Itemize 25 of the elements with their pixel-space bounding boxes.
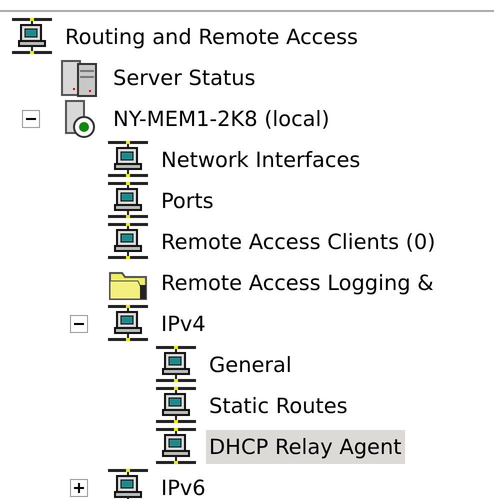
tree-item[interactable]: IPv4 (158, 306, 209, 340)
tree-item[interactable]: Static Routes (206, 388, 351, 422)
network-computer-icon (12, 16, 52, 56)
network-computer-icon (156, 426, 196, 466)
network-computer-icon (108, 180, 148, 220)
tree-item[interactable]: DHCP Relay Agent (206, 430, 404, 464)
tree-item[interactable]: Ports (158, 184, 217, 218)
tree-item[interactable]: General (206, 348, 295, 382)
tree-item[interactable]: Network Interfaces (158, 142, 364, 176)
expand-toggle[interactable] (70, 478, 88, 496)
network-computer-icon (108, 468, 148, 499)
network-computer-icon (156, 386, 196, 426)
network-computer-icon (108, 304, 148, 344)
collapse-toggle[interactable] (70, 314, 88, 332)
tree-item[interactable]: Remote Access Clients (0) (158, 224, 438, 258)
network-computer-icon (108, 222, 148, 262)
tree-item[interactable]: Remote Access Logging & (158, 266, 437, 300)
tree-item[interactable]: Routing and Remote Access (62, 20, 361, 54)
tree-item[interactable]: NY-MEM1-2K8 (local) (110, 102, 333, 136)
tree-item[interactable]: IPv6 (158, 470, 209, 499)
network-computer-icon (156, 344, 196, 384)
collapse-toggle[interactable] (22, 110, 40, 128)
tree-item[interactable]: Server Status (110, 60, 258, 94)
server-icon (60, 58, 100, 98)
network-computer-icon (108, 140, 148, 180)
